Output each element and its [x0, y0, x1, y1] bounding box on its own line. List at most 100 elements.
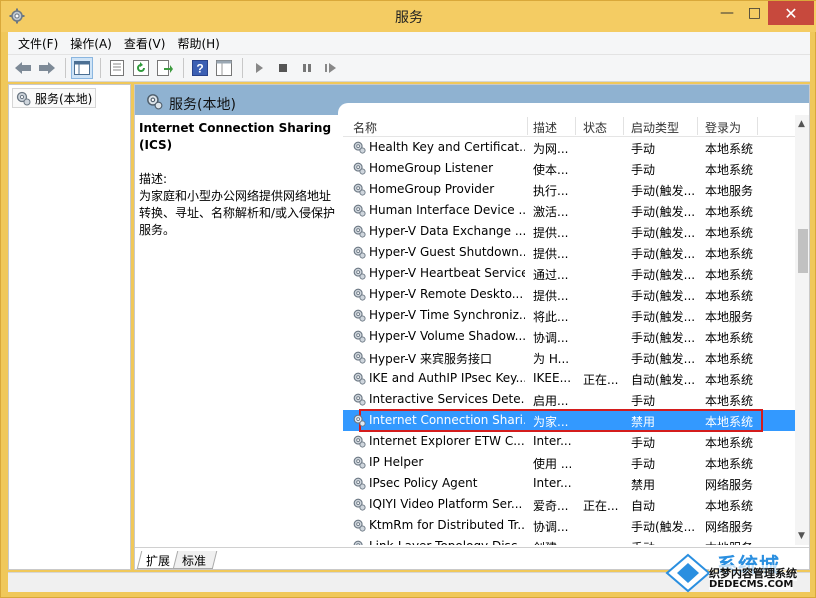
selected-service-name: Internet Connection Sharing (ICS) [139, 121, 332, 152]
column-divider[interactable] [623, 117, 624, 135]
column-divider[interactable] [697, 117, 698, 135]
service-name: IKE and AuthIP IPsec Key... [369, 371, 525, 385]
toolbar-separator [65, 58, 66, 78]
service-row[interactable]: Human Interface Device ... 激活... 手动(触发... 本… [343, 200, 795, 221]
service-name: Internet Connection Shari... [369, 413, 525, 427]
list-header: ˄ 名称 描述 状态 启动类型 登录为 [343, 115, 795, 137]
service-row[interactable]: Hyper-V Heartbeat Service 通过... 手动(触发... 本地… [343, 263, 795, 284]
toolbar-separator [100, 58, 101, 78]
column-header-status[interactable]: 状态 [583, 119, 607, 136]
tab-extended-label: 扩展 [146, 554, 171, 568]
service-row[interactable]: Hyper-V 来宾服务接口 为 H... 手动(触发... 本地系统 [343, 347, 795, 368]
menu-view[interactable]: 查看(V) [118, 35, 172, 52]
service-gear-icon [352, 392, 366, 409]
column-header-startup-type[interactable]: 启动类型 [631, 119, 679, 136]
menu-file[interactable]: 文件(F) [12, 35, 64, 52]
vertical-scrollbar[interactable]: ▲ ▼ [795, 115, 809, 545]
service-row[interactable]: Internet Explorer ETW C... Inter... 手动 本地系统 [343, 431, 795, 452]
service-startup-type: 手动(触发... [631, 352, 695, 366]
service-description: 提供... [533, 247, 569, 261]
maximize-button[interactable]: □ [741, 1, 768, 25]
tree-item-services-local[interactable]: 服务(本地) [12, 88, 97, 108]
service-row[interactable]: HomeGroup Listener 使本... 手动 本地系统 [343, 158, 795, 179]
service-startup-type: 手动(触发... [631, 310, 695, 324]
service-startup-type: 手动(触发... [631, 268, 695, 282]
tab-standard[interactable]: 标准 [172, 551, 218, 569]
service-row[interactable]: Hyper-V Time Synchroniz... 将此... 手动(触发... 本… [343, 305, 795, 326]
column-divider[interactable] [527, 117, 528, 135]
service-status: 正在... [583, 499, 619, 513]
scrollbar-thumb[interactable] [798, 229, 808, 273]
column-header-desc[interactable]: 描述 [533, 119, 557, 136]
service-row[interactable]: Internet Connection Shari... 为家... 禁用 本地系统 [343, 409, 795, 432]
refresh-icon[interactable] [130, 57, 152, 79]
scroll-up-arrow-icon[interactable]: ▲ [798, 119, 805, 129]
service-logon-as: 本地服务 [705, 184, 754, 198]
service-row[interactable]: Health Key and Certificat... 为网... 手动 本地系统 [343, 137, 795, 158]
service-name: Human Interface Device ... [369, 203, 525, 217]
close-button[interactable]: ✕ [768, 1, 814, 25]
service-row[interactable]: Link-Layer Topology Disc... 创建... 手动 本地服务 [343, 536, 795, 545]
service-row[interactable]: IKE and AuthIP IPsec Key... IKEE... 正在... 自… [343, 368, 795, 389]
console-window-icon[interactable] [213, 57, 235, 79]
service-name: Hyper-V Heartbeat Service [369, 266, 525, 280]
restart-service-icon[interactable] [320, 57, 342, 79]
service-row[interactable]: IPsec Policy Agent Inter... 禁用 网络服务 [343, 473, 795, 494]
service-row[interactable]: KtmRm for Distributed Tr... 协调... 手动(触发...… [343, 515, 795, 536]
properties-icon[interactable] [106, 57, 128, 79]
service-name: IP Helper [369, 455, 424, 469]
column-divider[interactable] [757, 117, 758, 135]
service-description: 为 H... [533, 352, 570, 366]
forward-icon[interactable] [36, 57, 58, 79]
help-icon[interactable]: ? [189, 57, 211, 79]
service-gear-icon [352, 455, 366, 472]
pause-service-icon[interactable] [296, 57, 318, 79]
toolbar: ? [8, 54, 810, 82]
show-hide-console-tree-icon[interactable] [71, 57, 93, 79]
service-name: Internet Explorer ETW C... [369, 434, 525, 448]
service-logon-as: 本地系统 [705, 331, 754, 345]
service-gear-icon [352, 203, 366, 220]
service-logon-as: 本地服务 [705, 539, 765, 545]
service-logon-as: 本地系统 [705, 436, 754, 450]
service-startup-type: 手动 [631, 394, 656, 408]
start-service-icon[interactable] [248, 57, 270, 79]
service-row[interactable]: IQIYI Video Platform Ser... 爱奇... 正在... 自动 本… [343, 494, 795, 515]
service-logon-as: 本地系统 [705, 352, 754, 366]
export-list-icon[interactable] [154, 57, 176, 79]
service-gear-icon [352, 497, 366, 514]
service-name: Hyper-V Time Synchroniz... [369, 308, 525, 322]
service-description: 启用... [533, 394, 569, 408]
service-row[interactable]: HomeGroup Provider 执行... 手动(触发... 本地服务 [343, 179, 795, 200]
back-icon[interactable] [12, 57, 34, 79]
column-header-name[interactable]: 名称 [353, 119, 377, 136]
menu-help[interactable]: 帮助(H) [171, 35, 225, 52]
column-header-logon-as[interactable]: 登录为 [705, 119, 741, 136]
service-row[interactable]: Hyper-V Guest Shutdown... 提供... 手动(触发... 本地… [343, 242, 795, 263]
service-startup-type: 手动 [631, 436, 656, 450]
service-description: Inter... [533, 434, 571, 448]
service-row[interactable]: Interactive Services Dete... 启用... 手动 本地系统 [343, 389, 795, 410]
service-logon-as: 本地系统 [705, 226, 754, 240]
minimize-button[interactable]: — [713, 1, 741, 25]
service-gear-icon [352, 266, 366, 283]
sort-ascending-icon: ˄ [433, 115, 438, 123]
service-description: 为网... [533, 142, 569, 156]
service-row[interactable]: Hyper-V Remote Deskto... 提供... 手动(触发... 本地系… [343, 284, 795, 305]
service-row[interactable]: Hyper-V Data Exchange ... 提供... 手动(触发... 本地… [343, 221, 795, 242]
service-description: 爱奇... [533, 499, 569, 513]
service-gear-icon [352, 245, 366, 262]
watermark-logo-icon [665, 553, 711, 593]
stop-service-icon[interactable] [272, 57, 294, 79]
services-rows: Health Key and Certificat... 为网... 手动 本地系统 H… [343, 137, 795, 545]
service-name: Link-Layer Topology Disc... [369, 539, 525, 545]
menu-action[interactable]: 操作(A) [64, 35, 118, 52]
service-name: HomeGroup Listener [369, 161, 494, 175]
service-description: IKEE... [533, 371, 571, 385]
service-row[interactable]: Hyper-V Volume Shadow... 协调... 手动(触发... 本地系… [343, 326, 795, 347]
service-row[interactable]: IP Helper 使用 ... 手动 本地系统 [343, 452, 795, 473]
column-divider[interactable] [575, 117, 576, 135]
service-logon-as: 本地系统 [705, 247, 754, 261]
service-logon-as: 网络服务 [705, 520, 754, 534]
scroll-down-arrow-icon[interactable]: ▼ [798, 531, 805, 541]
